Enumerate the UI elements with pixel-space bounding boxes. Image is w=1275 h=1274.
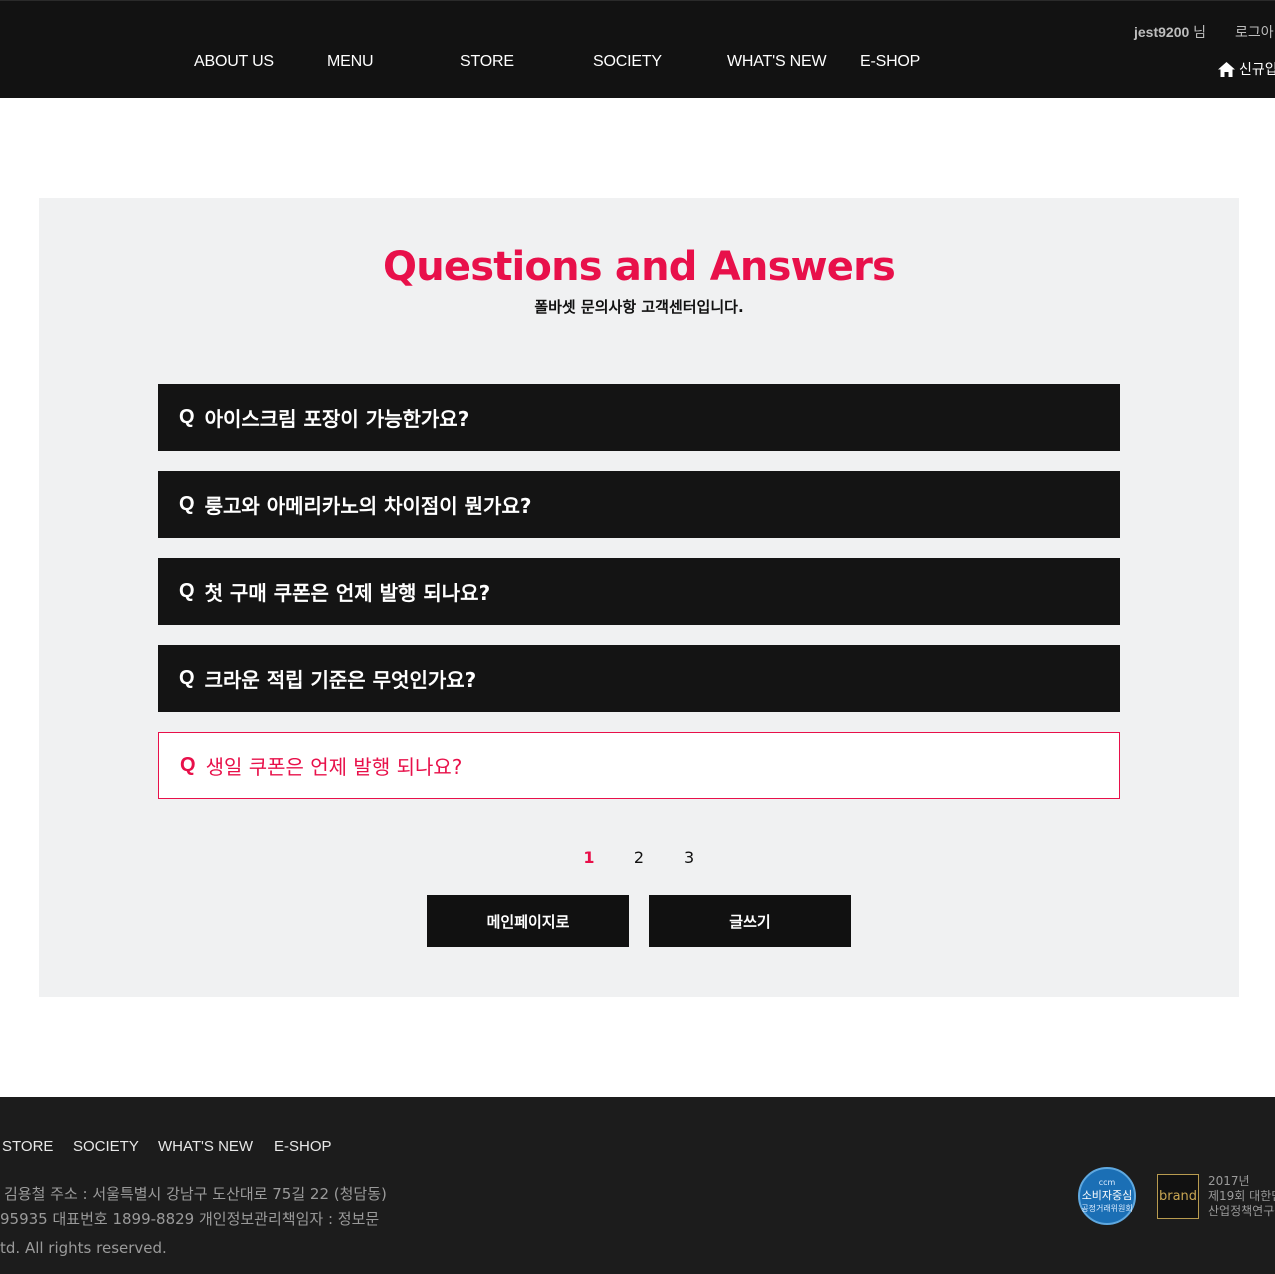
- page-3[interactable]: 3: [667, 848, 712, 867]
- page-1[interactable]: 1: [566, 848, 611, 867]
- q-marker: Q: [179, 667, 195, 689]
- nav-e-shop[interactable]: E-SHOP: [860, 53, 920, 71]
- qa-question: 첫 구매 쿠폰은 언제 발행 되나요?: [204, 581, 491, 605]
- nav-menu[interactable]: MENU: [327, 53, 374, 71]
- award-text: 2017년 제19회 대한민국 산업정책연구원: [1208, 1174, 1275, 1219]
- footer-address: 김용철 주소 : 서울특별시 강남구 도산대로 75길 22 (청담동): [4, 1185, 387, 1203]
- qa-item[interactable]: Q 크라운 적립 기준은 무엇인가요?: [158, 645, 1120, 712]
- ccm-badge-top: ccm: [1098, 1178, 1116, 1187]
- qa-item[interactable]: Q 아이스크림 포장이 가능한가요?: [158, 384, 1120, 451]
- q-marker: Q: [179, 406, 195, 428]
- signup-link[interactable]: 신규입: [1217, 59, 1275, 79]
- main-page-button[interactable]: 메인페이지로: [427, 895, 629, 947]
- top-header: ABOUT US MENU STORE SOCIETY WHAT'S NEW E…: [0, 0, 1275, 98]
- nav-whats-new[interactable]: WHAT'S NEW: [727, 53, 827, 71]
- footer-contact: 95935 대표번호 1899-8829 개인정보관리책임자 : 정보문: [0, 1210, 380, 1228]
- page-2[interactable]: 2: [617, 848, 662, 867]
- user-suffix: 님: [1193, 24, 1207, 40]
- footer-nav-store[interactable]: STORE: [2, 1138, 53, 1155]
- logout-link[interactable]: 로그아: [1235, 22, 1274, 42]
- write-button[interactable]: 글쓰기: [649, 895, 851, 947]
- qa-item[interactable]: Q 첫 구매 쿠폰은 언제 발행 되나요?: [158, 558, 1120, 625]
- brand-badge-label: brand: [1158, 1189, 1198, 1204]
- footer: STORE SOCIETY WHAT'S NEW E-SHOP 김용철 주소 :…: [0, 1097, 1275, 1274]
- award-line3: 산업정책연구원: [1208, 1204, 1275, 1218]
- user-greeting: jest9200 님: [1134, 22, 1206, 42]
- qa-question: 룽고와 아메리카노의 차이점이 뭔가요?: [204, 494, 532, 518]
- qa-item-active[interactable]: Q 생일 쿠폰은 언제 발행 되나요?: [158, 732, 1120, 799]
- nav-about-us[interactable]: ABOUT US: [194, 53, 274, 71]
- qa-question: 크라운 적립 기준은 무엇인가요?: [204, 668, 477, 692]
- qa-section: Questions and Answers 폴바셋 문의사항 고객센터입니다. …: [39, 198, 1239, 997]
- q-marker: Q: [179, 580, 195, 602]
- user-name: jest9200: [1134, 24, 1190, 40]
- award-line2: 제19회 대한민국: [1208, 1189, 1275, 1203]
- nav-society[interactable]: SOCIETY: [593, 53, 662, 71]
- nav-store[interactable]: STORE: [460, 53, 514, 71]
- award-year: 2017년: [1208, 1174, 1250, 1188]
- q-marker: Q: [179, 493, 195, 515]
- home-icon: [1218, 61, 1235, 77]
- footer-copyright: td. All rights reserved.: [0, 1239, 167, 1257]
- q-marker: Q: [180, 754, 196, 776]
- ccm-badge-label: 소비자중심: [1081, 1189, 1133, 1202]
- footer-nav-society[interactable]: SOCIETY: [73, 1138, 139, 1155]
- footer-nav-e-shop[interactable]: E-SHOP: [274, 1138, 332, 1155]
- signup-label: 신규입: [1239, 62, 1275, 78]
- pagination: 1 2 3: [39, 848, 1239, 867]
- page-subtitle: 폴바셋 문의사항 고객센터입니다.: [534, 298, 744, 316]
- qa-question: 아이스크림 포장이 가능한가요?: [204, 407, 470, 431]
- ccm-badge: ccm 소비자중심 공정거래위원회: [1078, 1167, 1136, 1225]
- brand-award-badge: brand: [1157, 1174, 1199, 1219]
- qa-item[interactable]: Q 룽고와 아메리카노의 차이점이 뭔가요?: [158, 471, 1120, 538]
- qa-question: 생일 쿠폰은 언제 발행 되나요?: [205, 755, 463, 779]
- page-title: Questions and Answers: [382, 244, 896, 290]
- ccm-badge-bottom: 공정거래위원회: [1081, 1204, 1133, 1213]
- footer-nav-whats-new[interactable]: WHAT'S NEW: [158, 1138, 253, 1155]
